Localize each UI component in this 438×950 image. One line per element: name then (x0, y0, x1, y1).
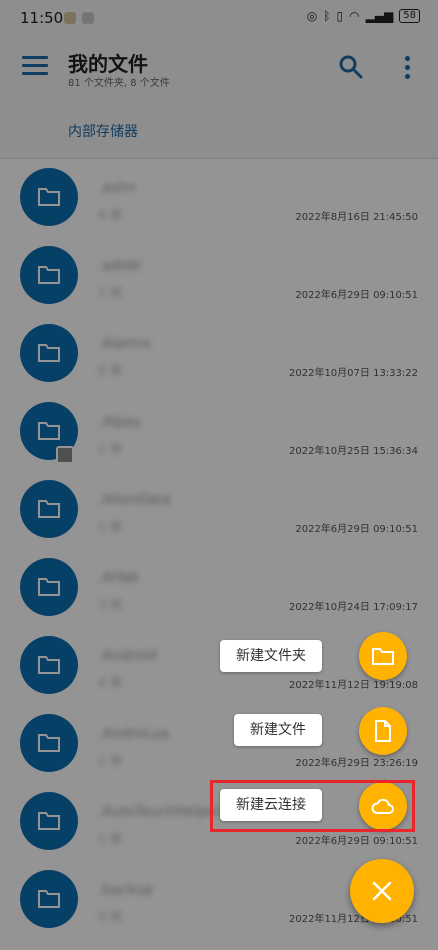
new-file-label[interactable]: 新建文件 (234, 714, 322, 746)
new-folder-label[interactable]: 新建文件夹 (220, 640, 322, 672)
new-folder-button[interactable] (359, 632, 407, 680)
highlight-box (210, 780, 415, 832)
folder-outline-icon (372, 648, 394, 665)
new-file-button[interactable] (359, 707, 407, 755)
close-fab-button[interactable] (350, 859, 414, 923)
close-icon (372, 881, 392, 901)
file-outline-icon (375, 720, 391, 742)
